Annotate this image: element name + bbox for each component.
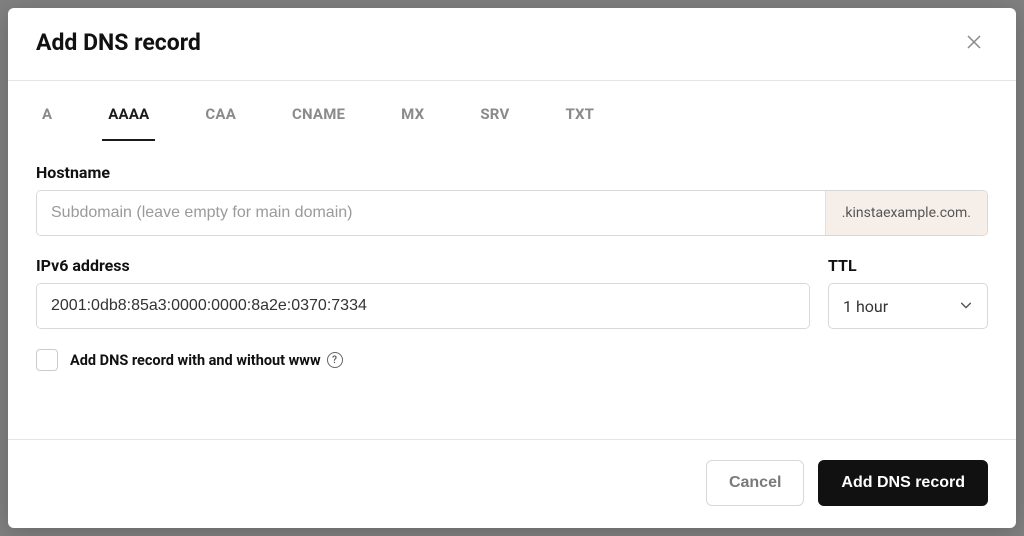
www-checkbox-label: Add DNS record with and without www ?: [70, 352, 343, 369]
add-dns-record-modal: Add DNS record A AAAA CAA CNAME MX SRV T…: [8, 8, 1016, 528]
tab-txt[interactable]: TXT: [559, 87, 600, 141]
hostname-field: Hostname .kinstaexample.com.: [36, 163, 988, 236]
ttl-field: TTL 1 hour: [828, 256, 988, 329]
header-divider: [8, 80, 1016, 81]
www-checkbox-row: Add DNS record with and without www ?: [36, 349, 988, 371]
modal-body: Hostname .kinstaexample.com. IPv6 addres…: [8, 141, 1016, 439]
modal-backdrop: Add DNS record A AAAA CAA CNAME MX SRV T…: [0, 0, 1024, 536]
ttl-value: 1 hour: [843, 297, 959, 316]
ipv6-input-group: [36, 283, 810, 329]
tab-a[interactable]: A: [36, 87, 58, 141]
modal-footer: Cancel Add DNS record: [8, 440, 1016, 528]
www-checkbox-text: Add DNS record with and without www: [70, 352, 321, 369]
tab-srv[interactable]: SRV: [474, 87, 515, 141]
close-button[interactable]: [960, 28, 988, 56]
submit-button[interactable]: Add DNS record: [818, 460, 988, 506]
help-icon[interactable]: ?: [327, 352, 343, 368]
close-icon: [966, 34, 982, 50]
tab-aaaa[interactable]: AAAA: [102, 87, 155, 141]
chevron-down-icon: [959, 297, 973, 316]
modal-title: Add DNS record: [36, 29, 201, 56]
modal-header: Add DNS record: [8, 8, 1016, 80]
ttl-select[interactable]: 1 hour: [828, 283, 988, 329]
domain-suffix: .kinstaexample.com.: [825, 191, 987, 235]
hostname-input[interactable]: [37, 191, 825, 235]
tab-caa[interactable]: CAA: [199, 87, 242, 141]
hostname-label: Hostname: [36, 163, 988, 182]
record-type-tabs: A AAAA CAA CNAME MX SRV TXT: [8, 87, 1016, 141]
ttl-label: TTL: [828, 256, 988, 275]
ipv6-field: IPv6 address: [36, 256, 810, 329]
hostname-input-group: .kinstaexample.com.: [36, 190, 988, 236]
ipv6-label: IPv6 address: [36, 256, 810, 275]
ipv6-input[interactable]: [37, 284, 809, 328]
cancel-button[interactable]: Cancel: [706, 460, 804, 506]
www-checkbox[interactable]: [36, 349, 58, 371]
tab-cname[interactable]: CNAME: [286, 87, 351, 141]
tab-mx[interactable]: MX: [395, 87, 430, 141]
